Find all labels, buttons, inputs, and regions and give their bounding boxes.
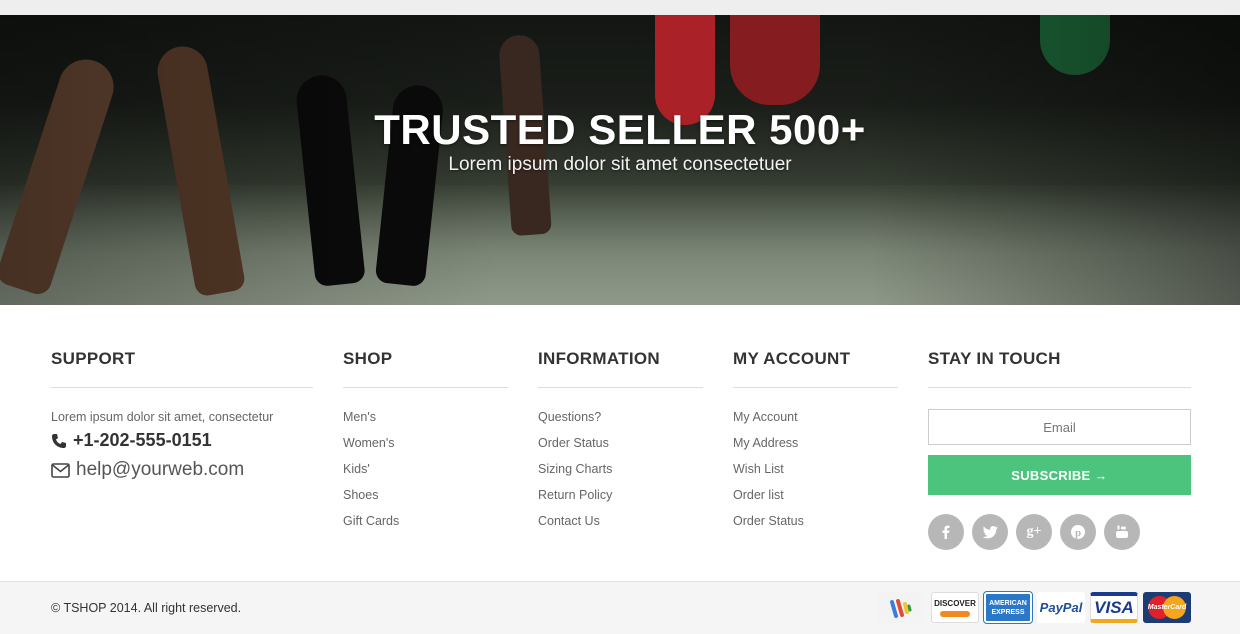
account-link-wish-list[interactable]: Wish List: [733, 461, 898, 487]
twitter-icon[interactable]: [972, 514, 1008, 550]
shop-link-gift-cards[interactable]: Gift Cards: [343, 513, 508, 539]
account-link-order-status[interactable]: Order Status: [733, 513, 898, 539]
visa-label: VISA: [1094, 597, 1134, 617]
shop-link-mens[interactable]: Men's: [343, 409, 508, 435]
shop-link-womens[interactable]: Women's: [343, 435, 508, 461]
youtube-icon[interactable]: [1104, 514, 1140, 550]
stay-heading: STAY IN TOUCH: [928, 340, 1191, 388]
account-link-order-list[interactable]: Order list: [733, 487, 898, 513]
info-link-contact-us[interactable]: Contact Us: [538, 513, 703, 539]
info-link-order-status[interactable]: Order Status: [538, 435, 703, 461]
account-column: MY ACCOUNT My Account My Address Wish Li…: [733, 340, 898, 539]
account-link-my-account[interactable]: My Account: [733, 409, 898, 435]
envelope-icon: [51, 462, 70, 478]
google-plus-icon[interactable]: g+: [1016, 514, 1052, 550]
information-links: Questions? Order Status Sizing Charts Re…: [538, 409, 703, 539]
hero-title: TRUSTED SELLER 500+: [374, 106, 866, 153]
shop-link-shoes[interactable]: Shoes: [343, 487, 508, 513]
shop-link-kids[interactable]: Kids': [343, 461, 508, 487]
shop-links: Men's Women's Kids' Shoes Gift Cards: [343, 409, 508, 539]
mastercard-label: MasterCard: [1147, 604, 1187, 611]
account-link-my-address[interactable]: My Address: [733, 435, 898, 461]
account-heading: MY ACCOUNT: [733, 340, 898, 388]
account-links: My Account My Address Wish List Order li…: [733, 409, 898, 539]
information-column: INFORMATION Questions? Order Status Sizi…: [538, 340, 703, 539]
information-heading: INFORMATION: [538, 340, 703, 388]
top-strip: [0, 0, 1240, 15]
copyright-text: © TSHOP 2014. All right reserved.: [51, 601, 242, 615]
american-express-icon: AMERICAN EXPRESS: [983, 591, 1033, 624]
social-links: g+ p: [928, 514, 1191, 550]
paypal-icon: PayPal: [1037, 592, 1085, 623]
support-heading: SUPPORT: [51, 340, 313, 388]
svg-text:p: p: [1075, 527, 1081, 539]
hero-subtitle: Lorem ipsum dolor sit amet consectetuer: [448, 154, 792, 175]
info-link-questions[interactable]: Questions?: [538, 409, 703, 435]
phone-icon: [52, 433, 66, 448]
visa-card-icon: VISA: [1090, 592, 1138, 623]
google-wallet-icon: [878, 592, 924, 623]
support-phone[interactable]: +1-202-555-0151: [51, 430, 313, 451]
discover-label: DISCOVER: [934, 598, 976, 608]
support-column: SUPPORT Lorem ipsum dolor sit amet, cons…: [51, 340, 313, 481]
facebook-icon[interactable]: [928, 514, 964, 550]
mastercard-icon: MasterCard: [1143, 592, 1191, 623]
support-text: Lorem ipsum dolor sit amet, consectetur: [51, 410, 274, 424]
amex-label: AMERICAN EXPRESS: [989, 599, 1027, 616]
pinterest-icon[interactable]: p: [1060, 514, 1096, 550]
info-link-sizing-charts[interactable]: Sizing Charts: [538, 461, 703, 487]
email-address: help@yourweb.com: [76, 459, 245, 480]
shop-column: SHOP Men's Women's Kids' Shoes Gift Card…: [343, 340, 508, 539]
discover-card-icon: DISCOVER: [931, 592, 979, 623]
shop-heading: SHOP: [343, 340, 508, 388]
discover-stripe: [940, 610, 970, 617]
info-link-return-policy[interactable]: Return Policy: [538, 487, 703, 513]
support-email[interactable]: help@yourweb.com: [51, 459, 313, 481]
email-input[interactable]: [928, 409, 1191, 445]
paypal-label: PayPal: [1039, 600, 1083, 615]
footer-bottom-bar: © TSHOP 2014. All right reserved. DISCOV…: [0, 581, 1240, 634]
subscribe-button[interactable]: SUBSCRIBE →: [928, 455, 1191, 495]
stay-in-touch-column: STAY IN TOUCH SUBSCRIBE → g+ p: [928, 340, 1191, 550]
phone-number: +1-202-555-0151: [73, 430, 212, 450]
